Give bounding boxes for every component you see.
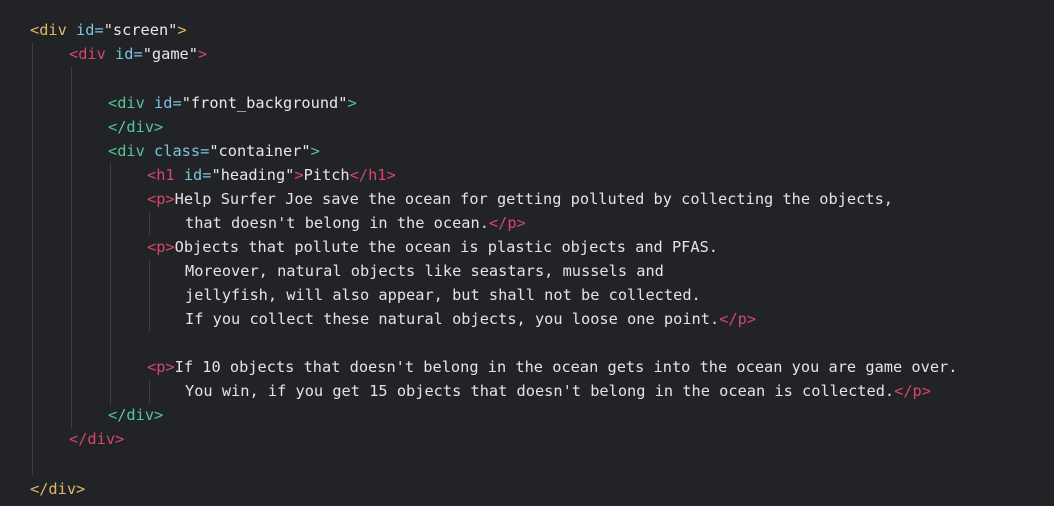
attribute-value: "heading" xyxy=(211,166,295,184)
attribute-value: "front_background" xyxy=(181,94,348,112)
tag-open: <div xyxy=(30,21,67,39)
attribute-value: "container" xyxy=(209,142,311,160)
attribute-name: id= xyxy=(66,21,104,39)
tag-close: </div> xyxy=(108,118,164,136)
code-line: jellyfish, will also appear, but shall n… xyxy=(185,283,701,307)
tag-close: </div> xyxy=(69,430,125,448)
tag-end: </p> xyxy=(719,310,756,328)
text-content: You win, if you get 15 objects that does… xyxy=(185,382,895,400)
tag-close: > xyxy=(197,45,208,63)
text-content: jellyfish, will also appear, but shall n… xyxy=(185,286,701,304)
tag-open: <h1 xyxy=(147,166,175,184)
text-content: that doesn't belong in the ocean. xyxy=(185,214,489,232)
code-line: If you collect these natural objects, yo… xyxy=(185,307,756,331)
indent-guide xyxy=(71,66,72,428)
tag-close: > xyxy=(177,21,187,39)
tag-close: > xyxy=(294,166,304,184)
code-line: that doesn't belong in the ocean.</p> xyxy=(185,211,526,235)
indent-guide xyxy=(149,379,150,403)
code-line: <p>Help Surfer Joe save the ocean for ge… xyxy=(147,187,893,211)
code-line: <div id="front_background"> xyxy=(108,91,357,115)
tag-end: </p> xyxy=(894,382,931,400)
code-line: <div id="game"> xyxy=(69,42,207,66)
attribute-name: class= xyxy=(144,142,210,160)
text-content: Moreover, natural objects like seastars,… xyxy=(185,262,664,280)
tag-end: </h1> xyxy=(349,166,396,184)
tag-open: <div xyxy=(108,142,145,160)
code-line: <p>If 10 objects that doesn't belong in … xyxy=(147,355,957,379)
attribute-value: "game" xyxy=(142,45,198,63)
tag-close: > xyxy=(310,142,320,160)
indent-guide xyxy=(32,42,33,475)
indent-guide xyxy=(149,211,150,235)
attribute-name: id= xyxy=(105,45,143,63)
tag-open: <p> xyxy=(147,358,175,376)
text-content: Objects that pollute the ocean is plasti… xyxy=(174,238,719,256)
tag-close: </div> xyxy=(108,406,164,424)
code-line: Moreover, natural objects like seastars,… xyxy=(185,259,664,283)
text-content: Help Surfer Joe save the ocean for getti… xyxy=(174,190,893,208)
tag-open: <p> xyxy=(147,190,175,208)
code-line: </div> xyxy=(108,115,163,139)
code-line: <p>Objects that pollute the ocean is pla… xyxy=(147,235,718,259)
text-content: If 10 objects that doesn't belong in the… xyxy=(174,358,958,376)
attribute-value: "screen" xyxy=(103,21,178,39)
attribute-name: id= xyxy=(144,94,182,112)
tag-open: <p> xyxy=(147,238,175,256)
indent-guide xyxy=(149,259,150,331)
text-content: Pitch xyxy=(303,166,350,184)
code-editor[interactable]: <div id="screen"> <div id="game"> <div i… xyxy=(0,0,1054,506)
code-line: <div class="container"> xyxy=(108,139,320,163)
attribute-name: id= xyxy=(174,166,212,184)
code-line: <div id="screen"> xyxy=(30,18,187,42)
tag-close: > xyxy=(347,94,357,112)
indent-guide xyxy=(110,163,111,405)
tag-open: <div xyxy=(108,94,145,112)
code-line: You win, if you get 15 objects that does… xyxy=(185,379,931,403)
code-line: </div> xyxy=(69,427,124,451)
code-line: </div> xyxy=(30,477,85,501)
tag-end: </p> xyxy=(488,214,526,232)
tag-open: <div xyxy=(69,45,106,63)
code-line: </div> xyxy=(108,403,163,427)
code-line: <h1 id="heading">Pitch</h1> xyxy=(147,163,396,187)
tag-close: </div> xyxy=(30,480,86,498)
text-content: If you collect these natural objects, yo… xyxy=(185,310,720,328)
